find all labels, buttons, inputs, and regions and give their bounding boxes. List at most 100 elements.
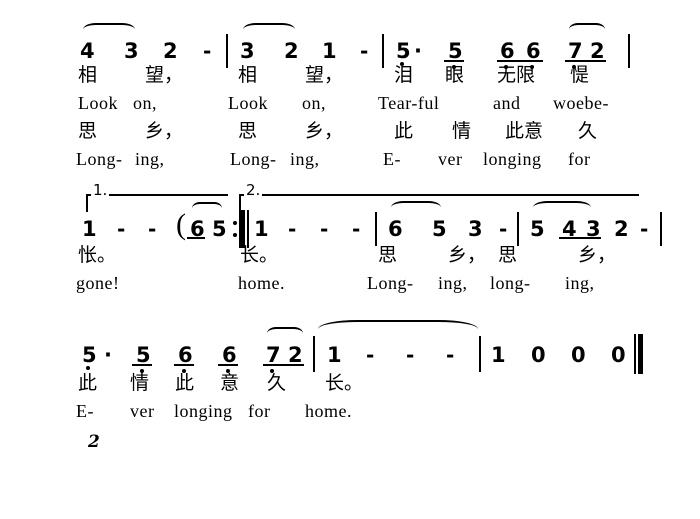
lyric-syllable: on,: [302, 93, 326, 113]
music-sheet-page: 4 3 2 - 3 2 1 - 5 · 5 6 6 7 2 相 望， 相 望， …: [0, 0, 700, 519]
lyric-syllable: 思: [378, 244, 398, 266]
lyric-syllable: 长。: [325, 372, 364, 394]
note-3: 3: [124, 39, 139, 63]
volta-label: 2.: [244, 181, 263, 199]
note-dash: -: [640, 217, 649, 241]
lyric-syllable: 相: [238, 64, 258, 86]
lyric-syllable: Long-: [76, 149, 123, 169]
rest-0: 0: [531, 343, 546, 367]
lyric-syllable: ing,: [565, 273, 595, 293]
lyric-syllable: Look: [228, 93, 268, 113]
lyric-syllable: Long-: [230, 149, 277, 169]
open-paren: (: [176, 208, 186, 241]
lyric-syllable: 思: [78, 120, 98, 142]
rest-0: 0: [611, 343, 626, 367]
beam: [174, 364, 194, 366]
final-barline: [634, 334, 644, 374]
repeat-dot: [233, 233, 237, 237]
staff-system-2: 1. 2. 1 - - ( 6 5 1 - - - 6 5 3 - 5 4 3 …: [0, 180, 700, 310]
lyric-syllable: 久: [267, 372, 287, 394]
lyric-syllable: E-: [383, 149, 401, 169]
note-dash: -: [203, 39, 212, 63]
page-number: 2: [88, 432, 100, 452]
note-1: 1: [491, 343, 506, 367]
note-dash: -: [360, 39, 369, 63]
slur-arc: [243, 23, 295, 36]
lyric-syllable: 思: [238, 120, 258, 142]
slur-arc: [569, 23, 605, 36]
lyric-syllable: 乡，: [145, 120, 184, 142]
lyric-syllable: woebe-: [553, 93, 609, 113]
note-5: 5: [212, 217, 227, 241]
lyric-syllable: ver: [438, 149, 463, 169]
note-4: 4: [562, 217, 577, 241]
lyric-syllable: ing,: [135, 149, 165, 169]
note-dash: -: [406, 343, 415, 367]
lyric-syllable: 此意: [505, 120, 544, 142]
barline: [226, 34, 228, 68]
lyric-syllable: 意: [220, 372, 240, 394]
lyric-syllable: longing: [483, 149, 542, 169]
lyric-syllable: ing,: [438, 273, 468, 293]
note-6: 6: [178, 343, 193, 367]
lyric-syllable: 乡，: [448, 244, 487, 266]
lyric-syllable: 思: [498, 244, 518, 266]
note-dash: -: [117, 217, 126, 241]
lyric-syllable: 眼: [445, 64, 465, 86]
beam: [218, 364, 238, 366]
barline: [313, 336, 315, 372]
note-5: 5: [530, 217, 545, 241]
note-2: 2: [288, 343, 303, 367]
lyric-syllable: and: [493, 93, 521, 113]
lyric-syllable: 泪: [394, 64, 414, 86]
beam: [559, 237, 601, 239]
note-7: 7: [266, 343, 281, 367]
slur-arc: [391, 201, 441, 214]
note-dash: -: [352, 217, 361, 241]
lyric-syllable: home.: [305, 401, 352, 421]
note-1: 1: [327, 343, 342, 367]
barline: [382, 34, 384, 68]
lyric-syllable: 长。: [240, 244, 279, 266]
staff-system-1: 4 3 2 - 3 2 1 - 5 · 5 6 6 7 2 相 望， 相 望， …: [0, 0, 700, 180]
barline: [628, 34, 630, 68]
note-dash: -: [320, 217, 329, 241]
dotted-rhythm-dot: ·: [104, 343, 112, 367]
lyric-syllable: for: [248, 401, 271, 421]
staff-system-3: 5 · 5 6 6 7 2 1 - - - 1 0 0 0 此 情 此 意 久 …: [0, 310, 700, 440]
lyric-syllable: 此: [78, 372, 98, 394]
lyric-syllable: Look: [78, 93, 118, 113]
slur-arc: [83, 23, 135, 36]
note-dash: -: [446, 343, 455, 367]
beam: [132, 364, 152, 366]
final-barline-thick: [638, 334, 643, 374]
barline: [375, 212, 377, 246]
slur-arc: [533, 201, 591, 214]
note-5: 5: [136, 343, 151, 367]
lyric-syllable: ing,: [290, 149, 320, 169]
lyric-syllable: 无限: [497, 64, 536, 86]
lyric-syllable: 情: [130, 372, 150, 394]
final-barline-thin: [634, 334, 636, 374]
barline: [517, 212, 519, 246]
lyric-syllable: home.: [238, 273, 285, 293]
lyric-syllable: 此: [175, 372, 195, 394]
note-5: 5: [432, 217, 447, 241]
beam: [263, 364, 304, 366]
barline: [479, 336, 481, 372]
note-dash: -: [148, 217, 157, 241]
lyric-syllable: Long-: [367, 273, 414, 293]
lyric-syllable: 此: [394, 120, 414, 142]
note-2: 2: [614, 217, 629, 241]
lyric-syllable: gone!: [76, 273, 120, 293]
lyric-syllable: 望，: [145, 64, 184, 86]
beam: [187, 237, 205, 239]
note-dash: -: [288, 217, 297, 241]
note-6: 6: [222, 343, 237, 367]
lyric-syllable: ver: [130, 401, 155, 421]
lyric-syllable: 怅。: [78, 244, 117, 266]
barline: [660, 212, 662, 246]
note-2: 2: [590, 39, 605, 63]
slur-arc: [267, 327, 303, 340]
volta-label: 1.: [91, 181, 110, 199]
